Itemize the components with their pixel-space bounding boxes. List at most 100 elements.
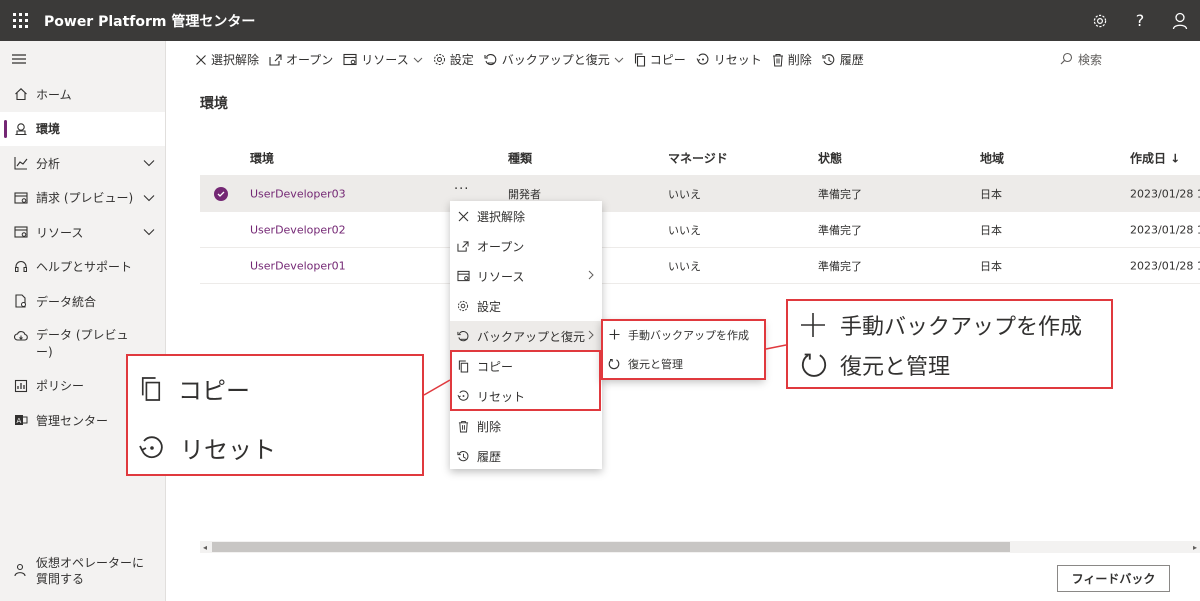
- row-checkmark-icon[interactable]: [214, 186, 228, 201]
- sidebar-item-help-support[interactable]: ヘルプとサポート: [0, 250, 165, 285]
- reset-icon: [138, 435, 166, 461]
- context-menu: 選択解除 オープン リソース 設定 バックアップと復元 コピー リセット 削除 …: [450, 201, 602, 469]
- copy-button[interactable]: コピー: [634, 51, 686, 68]
- plus-icon: [800, 312, 826, 338]
- environment-state: 準備完了: [818, 187, 862, 201]
- chevron-down-icon[interactable]: [143, 225, 155, 239]
- column-header-managed[interactable]: マネージド: [668, 149, 728, 166]
- scroll-right-icon[interactable]: ▸: [1190, 541, 1200, 553]
- menu-item-resources[interactable]: リソース: [450, 261, 602, 291]
- callout-restore-label: 復元と管理: [840, 355, 951, 380]
- menu-item-deselect[interactable]: 選択解除: [450, 201, 602, 231]
- app-title: Power Platform 管理センター: [44, 13, 256, 30]
- deselect-button[interactable]: 選択解除: [195, 51, 259, 68]
- environment-created: 2023/01/28 17:: [1130, 259, 1200, 272]
- callout-copy: コピー: [140, 371, 250, 406]
- help-icon[interactable]: ?: [1120, 0, 1160, 41]
- billing-icon: [13, 190, 29, 206]
- environment-created: 2023/01/28 17:: [1130, 187, 1200, 200]
- open-button[interactable]: オープン: [269, 51, 333, 68]
- highlight-submenu: [601, 319, 766, 380]
- sidebar-item-virtual-agent[interactable]: 仮想オペレーターに質問する: [0, 555, 166, 595]
- chevron-down-icon[interactable]: [143, 156, 155, 170]
- horizontal-scrollbar[interactable]: ◂ ▸: [200, 541, 1200, 553]
- menu-item-history[interactable]: 履歴: [450, 441, 602, 471]
- environment-created: 2023/01/28 17:: [1130, 223, 1200, 236]
- close-icon: [456, 211, 470, 222]
- environment-name-link[interactable]: UserDeveloper01: [250, 259, 346, 272]
- reset-button[interactable]: リセット: [696, 51, 762, 68]
- settings-gear-icon[interactable]: [1080, 0, 1120, 41]
- sidebar-item-home[interactable]: ホーム: [0, 77, 165, 112]
- sidebar-item-billing[interactable]: 請求 (プレビュー): [0, 181, 165, 216]
- hamburger-menu-icon[interactable]: [0, 41, 165, 77]
- environment-name-link[interactable]: UserDeveloper02: [250, 223, 346, 236]
- menu-item-settings[interactable]: 設定: [450, 291, 602, 321]
- sidebar-item-label: ホーム: [36, 87, 72, 102]
- environment-state: 準備完了: [818, 259, 862, 273]
- column-header-created[interactable]: 作成日 ↓: [1130, 149, 1180, 166]
- callout-restore: 復元と管理: [800, 349, 950, 381]
- table-row[interactable]: UserDeveloper01 いいえ 準備完了 日本 2023/01/28 1…: [200, 248, 1200, 284]
- search-icon: [1060, 52, 1073, 68]
- resources-icon: [456, 270, 470, 282]
- environment-managed: いいえ: [668, 187, 701, 201]
- sidebar-item-label: データ (プレビュー): [36, 327, 129, 359]
- scrollbar-thumb[interactable]: [212, 542, 1010, 552]
- data-integration-icon: [13, 293, 29, 309]
- table-row[interactable]: UserDeveloper02 いいえ 準備完了 日本 2023/01/28 1…: [200, 212, 1200, 248]
- history-label: 履歴: [839, 53, 864, 67]
- feedback-button[interactable]: フィードバック: [1057, 565, 1170, 592]
- callout-create-backup-label: 手動バックアップを作成: [840, 315, 1083, 340]
- menu-item-open[interactable]: オープン: [450, 231, 602, 261]
- copy-icon: [140, 376, 162, 402]
- environment-managed: いいえ: [668, 223, 701, 237]
- table-row[interactable]: UserDeveloper03 ··· 開発者 いいえ 準備完了 日本 2023…: [200, 176, 1200, 212]
- resources-button[interactable]: リソース: [343, 51, 423, 68]
- sidebar-item-label: ポリシー: [36, 379, 85, 394]
- highlight-copy-reset: [450, 350, 601, 411]
- sidebar-item-label: 仮想オペレーターに質問する: [36, 556, 145, 586]
- environment-region: 日本: [980, 259, 1002, 273]
- menu-item-label: 削除: [477, 419, 502, 434]
- column-header-name[interactable]: 環境: [250, 149, 274, 166]
- resources-icon: [343, 53, 357, 66]
- sidebar-item-resources[interactable]: リソース: [0, 215, 165, 250]
- environment-managed: いいえ: [668, 259, 701, 273]
- column-header-state[interactable]: 状態: [818, 149, 842, 166]
- menu-item-label: 履歴: [477, 449, 502, 464]
- sidebar-item-environments[interactable]: 環境: [0, 111, 165, 146]
- environment-name-link[interactable]: UserDeveloper03: [250, 187, 346, 200]
- column-header-region[interactable]: 地域: [980, 149, 1004, 166]
- command-bar: 選択解除 オープン リソース 設定 バックアップと復元 コピー リセット 削除 …: [195, 41, 1200, 78]
- sidebar: ホーム 環境 分析 請求 (プレビュー) リソース ヘルプとサポート データ統合…: [0, 41, 166, 601]
- backup-restore-button[interactable]: バックアップと復元: [484, 51, 624, 68]
- column-header-type[interactable]: 種類: [508, 149, 532, 166]
- headset-icon: [13, 259, 29, 275]
- sidebar-item-data-integration[interactable]: データ統合: [0, 284, 165, 319]
- delete-button[interactable]: 削除: [772, 51, 812, 68]
- settings-button[interactable]: 設定: [433, 51, 474, 68]
- profile-icon[interactable]: [1160, 0, 1200, 41]
- history-icon: [822, 53, 836, 67]
- scroll-left-icon[interactable]: ◂: [200, 541, 210, 553]
- copy-icon: [634, 52, 646, 67]
- history-button[interactable]: 履歴: [822, 51, 864, 68]
- search-box[interactable]: 検索: [1060, 51, 1102, 68]
- menu-item-delete[interactable]: 削除: [450, 411, 602, 441]
- sidebar-item-label: 環境: [36, 122, 61, 137]
- sidebar-item-label: リソース: [36, 225, 84, 240]
- chevron-down-icon[interactable]: [143, 191, 155, 205]
- sidebar-item-analytics[interactable]: 分析: [0, 146, 165, 181]
- trash-icon: [456, 420, 470, 433]
- open-external-icon: [456, 240, 470, 252]
- app-launcher-icon[interactable]: [0, 0, 40, 41]
- chevron-down-icon: [413, 57, 423, 63]
- page-title: 環境: [200, 96, 228, 112]
- chevron-down-icon: [614, 57, 624, 63]
- more-options-icon[interactable]: ···: [454, 182, 469, 197]
- menu-item-label: 設定: [477, 299, 502, 314]
- environment-type: 開発者: [508, 187, 541, 201]
- menu-item-backup-restore[interactable]: バックアップと復元: [450, 321, 602, 351]
- svg-text:A: A: [17, 417, 22, 425]
